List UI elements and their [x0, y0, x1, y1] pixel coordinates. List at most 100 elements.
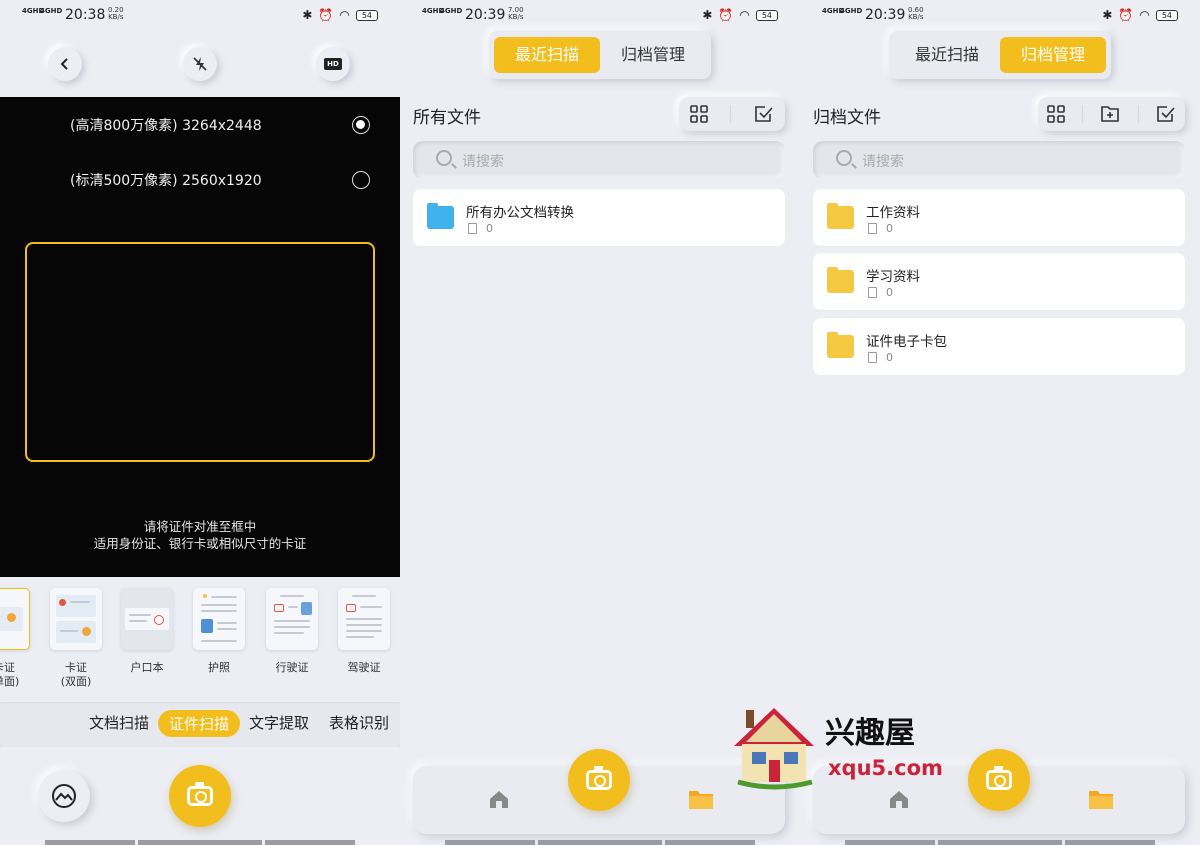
folder-nav-icon[interactable] [1088, 788, 1114, 810]
camera-icon [187, 782, 213, 806]
nav-gesture-bar [938, 840, 1062, 845]
watermark: 兴趣屋 xqu5.com [728, 700, 943, 795]
back-button[interactable] [48, 47, 82, 81]
view-tools [679, 97, 785, 131]
scan-hint-line1: 请将证件对准至框中 [143, 519, 257, 534]
mode-table-recognition[interactable]: 表格识别 [329, 712, 389, 733]
card-type-vehicle-license[interactable] [266, 588, 318, 650]
network-speed: 7.00 KB/s [508, 6, 524, 21]
shutter-button[interactable] [169, 765, 231, 827]
radio-unselected[interactable] [352, 171, 370, 189]
document-icon [868, 352, 877, 363]
radio-selected[interactable] [352, 116, 370, 134]
tab-bar: 最近扫描 归档管理 [489, 31, 711, 79]
mode-text-extract[interactable]: 文字提取 [249, 712, 309, 733]
mode-document-scan[interactable]: 文档扫描 [89, 712, 149, 733]
status-bar: 4GHD 4GHD 20:38 0.20 KB/s ✱ ⏰ ◠ 54 [0, 0, 400, 32]
camera-icon [586, 766, 612, 790]
home-icon[interactable] [488, 788, 510, 810]
folder-item[interactable]: 证件电子卡包 0 [813, 318, 1185, 375]
search-input[interactable]: 请搜索 [413, 141, 785, 179]
scan-hint-line2: 适用身份证、银行卡或相似尺寸的卡证 [93, 536, 307, 551]
folder-count: 0 [886, 351, 893, 364]
tab-archive-management[interactable]: 归档管理 [1000, 37, 1106, 73]
folder-count: 0 [486, 222, 493, 235]
bluetooth-icon: ✱ [1102, 8, 1113, 22]
search-icon [436, 150, 452, 166]
camera-viewfinder[interactable]: (高清800万像素) 3264x2448 (标清500万像素) 2560x192… [0, 97, 400, 577]
battery-indicator: 54 [1155, 9, 1178, 21]
battery-indicator: 54 [355, 9, 378, 21]
tab-bar: 最近扫描 归档管理 [889, 31, 1111, 79]
folder-item[interactable]: 所有办公文档转换 0 [413, 189, 785, 246]
study-folder-icon [827, 267, 854, 293]
add-folder-icon[interactable] [1100, 105, 1120, 123]
grid-view-icon[interactable] [690, 105, 708, 123]
folder-count: 0 [886, 286, 893, 299]
nav-gesture-bar [265, 840, 355, 845]
folder-name: 工作资料 [866, 205, 920, 221]
folder-name: 所有办公文档转换 [466, 205, 574, 221]
watermark-brand: 兴趣屋 [825, 716, 915, 751]
card-type-label: 行驶证 [275, 661, 309, 674]
card-type-label: 护照 [208, 661, 230, 674]
resolution-option-standard[interactable]: (标清500万像素) 2560x1920 [70, 170, 370, 190]
folder-item[interactable]: 工作资料 0 [813, 189, 1185, 246]
camera-screen: 4GHD 4GHD 20:38 0.20 KB/s ✱ ⏰ ◠ 54 HD (高清… [0, 0, 400, 845]
alarm-icon: ⏰ [1118, 8, 1134, 22]
status-bar: 4GHD 4GHD 20:39 0.60 KB/s ✱ ⏰ ◠ 54 [800, 0, 1200, 32]
card-wallet-folder-icon [827, 332, 854, 358]
section-title: 所有文件 [413, 108, 481, 128]
nav-gesture-bar [845, 840, 935, 845]
card-type-single-side[interactable] [0, 588, 30, 650]
section-title: 归档文件 [813, 108, 881, 128]
grid-view-icon[interactable] [1046, 105, 1065, 123]
card-type-household[interactable] [121, 588, 173, 650]
folder-name: 证件电子卡包 [866, 334, 947, 350]
alarm-icon: ⏰ [318, 8, 334, 22]
hd-toggle-button[interactable]: HD [316, 47, 350, 81]
card-type-selector: 卡证(单面) 卡证(双面) 户口本 [0, 585, 400, 695]
search-placeholder: 请搜索 [862, 154, 904, 170]
document-icon [468, 223, 477, 234]
folder-name: 学习资料 [866, 269, 920, 285]
chevron-left-icon [60, 58, 68, 70]
folder-nav-icon[interactable] [688, 788, 714, 810]
scan-mode-bar: 文档扫描 证件扫描 文字提取 表格识别 [0, 702, 400, 747]
folder-item[interactable]: 学习资料 0 [813, 253, 1185, 310]
bluetooth-icon: ✱ [702, 8, 713, 22]
status-time: 20:39 [465, 7, 506, 23]
card-type-double-side[interactable] [50, 588, 102, 650]
card-type-driver-license[interactable] [338, 588, 390, 650]
signal-label-2: 4GHD [440, 7, 463, 15]
nav-gesture-bar [45, 840, 135, 845]
card-type-label: 驾驶证 [347, 661, 381, 674]
resolution-option-high[interactable]: (高清800万像素) 3264x2448 [70, 115, 370, 135]
card-type-passport[interactable] [193, 588, 245, 650]
nav-gesture-bar [665, 840, 755, 845]
resolution-label: (标清500万像素) 2560x1920 [70, 173, 262, 189]
scan-camera-button[interactable] [568, 749, 630, 811]
alarm-icon: ⏰ [718, 8, 734, 22]
nav-gesture-bar [445, 840, 535, 845]
mode-id-scan[interactable]: 证件扫描 [158, 710, 241, 737]
search-input[interactable]: 请搜索 [813, 141, 1185, 179]
scan-camera-button[interactable] [968, 749, 1030, 811]
tab-recent-scans[interactable]: 最近扫描 [894, 37, 1000, 73]
gallery-button[interactable] [38, 770, 90, 822]
signal-label-2: 4GHD [840, 7, 863, 15]
multi-select-icon[interactable] [1156, 105, 1176, 123]
wifi-icon: ◠ [1139, 8, 1150, 22]
multi-select-icon[interactable] [754, 105, 774, 123]
document-icon [868, 223, 877, 234]
wifi-icon: ◠ [339, 8, 350, 22]
wifi-icon: ◠ [739, 8, 750, 22]
work-folder-icon [827, 203, 854, 229]
nav-gesture-bar [1065, 840, 1155, 845]
flash-toggle-button[interactable] [183, 47, 217, 81]
tab-archive-management[interactable]: 归档管理 [600, 37, 706, 73]
folder-icon [427, 203, 454, 229]
view-tools [1038, 97, 1185, 131]
hd-icon: HD [324, 58, 342, 70]
tab-recent-scans[interactable]: 最近扫描 [494, 37, 600, 73]
